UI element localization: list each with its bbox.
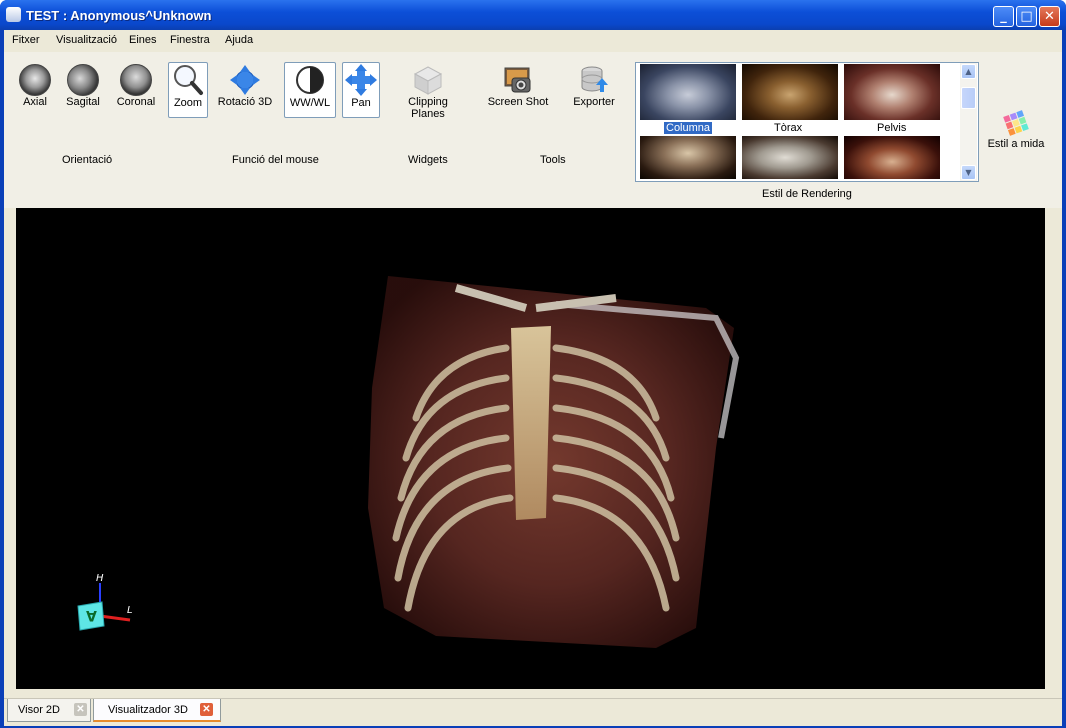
minimize-icon: _ — [1000, 9, 1007, 24]
zoom-button[interactable]: Zoom — [168, 62, 208, 118]
coronal-brain-icon — [120, 64, 152, 96]
clipping-planes-label: Clipping Planes — [408, 96, 448, 120]
rotate-3d-label: Rotació 3D — [217, 96, 273, 108]
toolbar: Axial Sagital Coronal Orientació Zoom Ro… — [4, 52, 1062, 208]
exporter-label: Exporter — [573, 96, 615, 108]
volume-rendering — [77, 276, 740, 648]
database-export-icon — [581, 66, 608, 92]
viewer-tab-bar: Visor 2D ✕ Visualitzador 3D ✕ — [4, 698, 1062, 726]
tab-visor-2d[interactable]: Visor 2D ✕ — [7, 699, 91, 722]
custom-style-button[interactable]: Estil a mida — [984, 108, 1048, 150]
window-level-icon — [296, 66, 324, 94]
rotate-3d-button[interactable]: Rotació 3D — [216, 64, 274, 108]
tab-visualitzador-3d-label: Visualitzador 3D — [108, 704, 188, 716]
marker-a-label: A — [86, 607, 97, 623]
thumb-spine-detail[interactable] — [844, 136, 940, 179]
thumb-torax[interactable] — [742, 64, 838, 120]
thumb-shoulder[interactable] — [742, 136, 838, 179]
menu-bar: Fitxer Visualització Eines Finestra Ajud… — [4, 30, 1062, 50]
close-icon: ✕ — [1044, 9, 1055, 24]
axial-brain-icon — [19, 64, 51, 96]
rendering-group-label: Estil de Rendering — [762, 188, 852, 200]
custom-style-label: Estil a mida — [987, 138, 1045, 150]
rendering-style-gallery: Columna Tòrax Pelvis ▲ ▼ — [635, 62, 979, 182]
menu-ajuda[interactable]: Ajuda — [225, 34, 253, 46]
screen-shot-button[interactable]: Screen Shot — [486, 64, 550, 108]
thumb-skull[interactable] — [640, 136, 736, 179]
tab-visualitzador-3d-close-icon[interactable]: ✕ — [200, 703, 213, 716]
axial-button[interactable]: Axial — [16, 64, 54, 108]
client-area: Fitxer Visualització Eines Finestra Ajud… — [4, 30, 1062, 726]
wwwl-label: WW/WL — [289, 97, 331, 109]
scroll-up-icon[interactable]: ▲ — [961, 64, 976, 79]
menu-finestra[interactable]: Finestra — [170, 34, 210, 46]
close-button[interactable]: ✕ — [1039, 6, 1060, 27]
title-bar[interactable]: TEST : Anonymous^Unknown _ □ ✕ — [0, 0, 1066, 30]
coronal-label: Coronal — [116, 96, 156, 108]
tab-visor-2d-label: Visor 2D — [18, 704, 60, 716]
exporter-button[interactable]: Exporter — [570, 64, 618, 108]
menu-fitxer[interactable]: Fitxer — [12, 34, 40, 46]
mouse-group-label: Funció del mouse — [232, 154, 319, 166]
camera-icon — [504, 67, 531, 93]
sagital-button[interactable]: Sagital — [63, 64, 103, 108]
axial-label: Axial — [23, 96, 47, 108]
sagital-label: Sagital — [66, 96, 100, 108]
widgets-group-label: Widgets — [408, 154, 448, 166]
menu-visualitzacio[interactable]: Visualització — [56, 34, 117, 46]
gallery-scrollbar[interactable]: ▲ ▼ — [960, 63, 977, 181]
pan-label: Pan — [351, 97, 371, 109]
clipping-planes-button[interactable]: Clipping Planes — [390, 64, 466, 120]
maximize-button[interactable]: □ — [1016, 6, 1037, 27]
thumb-pelvis[interactable] — [844, 64, 940, 120]
pan-arrows-icon — [345, 64, 377, 96]
zoom-label: Zoom — [173, 97, 203, 109]
scroll-down-icon[interactable]: ▼ — [961, 165, 976, 180]
thumb-pelvis-label[interactable]: Pelvis — [877, 122, 906, 134]
coronal-button[interactable]: Coronal — [114, 64, 158, 108]
orientation-group-label: Orientació — [62, 154, 113, 166]
wwwl-button[interactable]: WW/WL — [284, 62, 336, 118]
application-window: TEST : Anonymous^Unknown _ □ ✕ Fitxer Vi… — [0, 0, 1066, 728]
tab-visor-2d-close-icon[interactable]: ✕ — [74, 703, 87, 716]
sagital-brain-icon — [67, 64, 99, 96]
maximize-icon: □ — [1020, 9, 1033, 24]
thumb-columna[interactable] — [640, 64, 736, 120]
clipping-cube-icon — [413, 66, 443, 95]
3d-render-viewport[interactable]: H L A — [16, 208, 1045, 689]
tools-group-label: Tools — [540, 154, 566, 166]
scroll-thumb[interactable] — [961, 87, 976, 109]
tab-visualitzador-3d[interactable]: Visualitzador 3D ✕ — [93, 699, 221, 722]
menu-eines[interactable]: Eines — [129, 34, 157, 46]
app-icon — [6, 7, 21, 22]
screen-shot-label: Screen Shot — [487, 96, 549, 108]
thumb-torax-label[interactable]: Tòrax — [774, 122, 802, 134]
window-title: TEST : Anonymous^Unknown — [26, 8, 212, 23]
thumb-columna-label[interactable]: Columna — [664, 122, 713, 134]
marker-l-label: L — [127, 605, 133, 616]
pan-button[interactable]: Pan — [342, 62, 380, 118]
rotate-3d-arrows-icon — [230, 65, 260, 95]
minimize-button[interactable]: _ — [993, 6, 1014, 27]
palette-icon — [1003, 110, 1029, 136]
marker-h-label: H — [96, 573, 104, 584]
zoom-magnifier-icon — [174, 65, 203, 95]
